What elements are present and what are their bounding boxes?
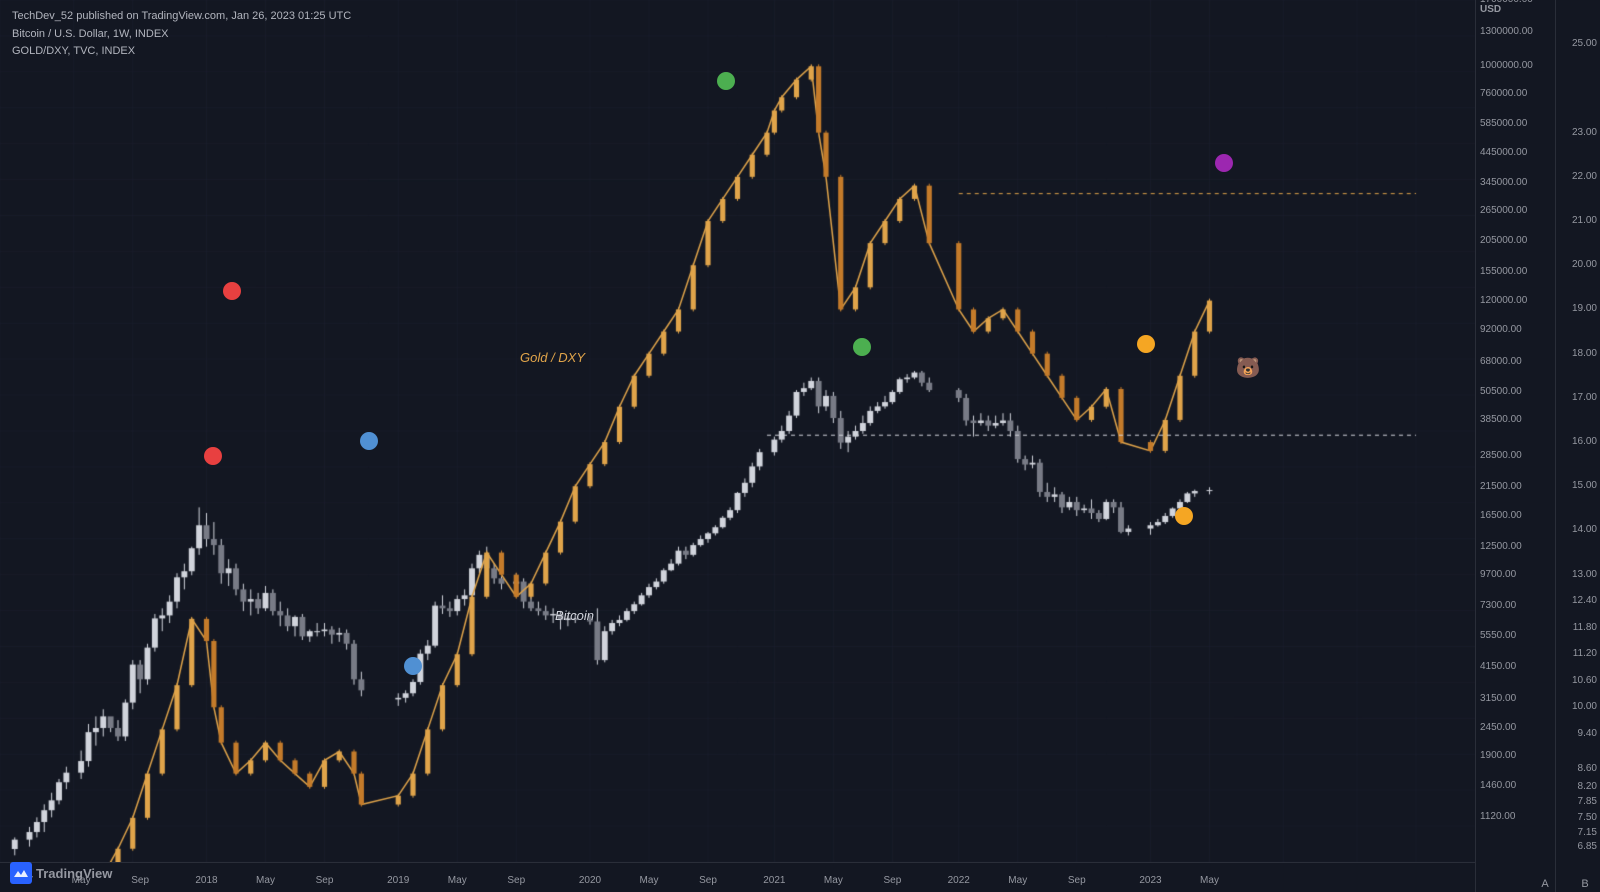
- scale-label: 7.85: [1578, 797, 1597, 807]
- price-label: 3150.00: [1480, 694, 1516, 704]
- price-chart: [0, 0, 1475, 862]
- scale-label: 14.00: [1572, 525, 1597, 535]
- marker-red-top-2018: [223, 282, 241, 300]
- time-label: May: [1200, 875, 1219, 886]
- price-label: 12500.00: [1480, 542, 1522, 552]
- price-label: 68000.00: [1480, 357, 1522, 367]
- scale-label: 13.00: [1572, 570, 1597, 580]
- scale-label: 10.00: [1572, 702, 1597, 712]
- bitcoin-label: Bitcoin: [555, 608, 594, 623]
- label-b: B: [1574, 878, 1596, 890]
- time-label: May: [1008, 875, 1027, 886]
- time-label: May: [448, 875, 467, 886]
- tradingview-text: TradingView: [36, 866, 112, 881]
- tv-logo-icon: [10, 862, 32, 884]
- label-a: A: [1534, 878, 1556, 890]
- time-label: Sep: [507, 875, 525, 886]
- header-info: TechDev_52 published on TradingView.com,…: [12, 8, 351, 61]
- time-label: Sep: [1068, 875, 1086, 886]
- bear-icon: 🐻: [1236, 356, 1261, 381]
- time-label: 2023: [1139, 875, 1161, 886]
- right-axis-usd: USD 1700000.00 1300000.00 1000000.00 760000…: [1475, 0, 1555, 892]
- scale-label: 11.20: [1573, 649, 1597, 659]
- price-label: 1120.00: [1480, 812, 1515, 822]
- price-label: 16500.00: [1480, 511, 1522, 521]
- time-label: May: [640, 875, 659, 886]
- price-label: 50500.00: [1480, 387, 1522, 397]
- marker-orange-top-2022: [1137, 335, 1155, 353]
- price-label: 38500.00: [1480, 415, 1522, 425]
- time-axis: 2017MaySep2018MaySep2019MaySep2020MaySep…: [0, 862, 1475, 892]
- marker-blue-low-2019: [404, 657, 422, 675]
- scale-label: 19.00: [1572, 304, 1597, 314]
- scale-label: 20.00: [1572, 260, 1597, 270]
- scale-label: 8.60: [1578, 764, 1597, 774]
- price-label: 9700.00: [1480, 570, 1516, 580]
- scale-label: 15.00: [1572, 481, 1597, 491]
- price-label: 1460.00: [1480, 781, 1516, 791]
- price-label: 205000.00: [1480, 236, 1527, 246]
- time-label: 2020: [579, 875, 601, 886]
- marker-green-low-2021: [853, 338, 871, 356]
- far-right-scale: 25.00 23.00 22.00 21.00 20.00 19.00 18.00 17.00…: [1555, 0, 1600, 892]
- price-label: 1300000.00: [1480, 27, 1533, 37]
- price-label: 760000.00: [1480, 89, 1527, 99]
- marker-green-top-2021: [717, 72, 735, 90]
- publish-info: TechDev_52 published on TradingView.com,…: [12, 8, 351, 26]
- scale-label: 17.00: [1572, 393, 1597, 403]
- gold-dxy-label: Gold / DXY: [520, 350, 585, 365]
- usd-header: USD: [1480, 4, 1501, 15]
- scale-label: 7.50: [1578, 813, 1597, 823]
- time-label: May: [824, 875, 843, 886]
- scale-label: 18.00: [1572, 349, 1597, 359]
- price-label: 345000.00: [1480, 178, 1527, 188]
- symbol-info-gold: GOLD/DXY, TVC, INDEX: [12, 43, 351, 61]
- price-label: 445000.00: [1480, 148, 1527, 158]
- price-label: 1700000.00: [1480, 0, 1533, 5]
- scale-label: 21.00: [1572, 216, 1597, 226]
- price-label: 4150.00: [1480, 662, 1516, 672]
- scale-label: 9.40: [1578, 729, 1597, 739]
- price-label: 2450.00: [1480, 723, 1516, 733]
- scale-label: 25.00: [1572, 39, 1597, 49]
- time-label: Sep: [316, 875, 334, 886]
- price-label: 1000000.00: [1480, 61, 1533, 71]
- price-label: 21500.00: [1480, 482, 1522, 492]
- chart-container: TechDev_52 published on TradingView.com,…: [0, 0, 1600, 892]
- time-label: Sep: [131, 875, 149, 886]
- time-label: Sep: [883, 875, 901, 886]
- scale-label: 12.40: [1572, 596, 1597, 606]
- time-label: 2019: [387, 875, 409, 886]
- time-label: 2021: [763, 875, 785, 886]
- scale-label: 10.60: [1572, 676, 1597, 686]
- price-label: 92000.00: [1480, 325, 1522, 335]
- price-label: 1900.00: [1480, 751, 1516, 761]
- scale-label: 22.00: [1572, 172, 1597, 182]
- price-label: 155000.00: [1480, 267, 1527, 277]
- scale-label: 8.20: [1578, 782, 1597, 792]
- time-label: May: [256, 875, 275, 886]
- time-label: 2022: [948, 875, 970, 886]
- price-label: 585000.00: [1480, 119, 1527, 129]
- scale-label: 16.00: [1572, 437, 1597, 447]
- price-label: 7300.00: [1480, 601, 1516, 611]
- price-label: 5550.00: [1480, 631, 1516, 641]
- price-label: 120000.00: [1480, 296, 1527, 306]
- scale-label: 11.80: [1573, 623, 1597, 633]
- marker-red-low-2018: [204, 447, 222, 465]
- time-label: Sep: [699, 875, 717, 886]
- marker-blue-top-2019: [360, 432, 378, 450]
- scale-label: 6.85: [1578, 842, 1597, 852]
- tradingview-logo: TradingView: [10, 862, 112, 884]
- time-label: 2018: [195, 875, 217, 886]
- symbol-info-btc: Bitcoin / U.S. Dollar, 1W, INDEX: [12, 26, 351, 44]
- price-label: 28500.00: [1480, 451, 1522, 461]
- price-label: 265000.00: [1480, 206, 1527, 216]
- marker-orange-low-2022: [1175, 507, 1193, 525]
- scale-label: 7.15: [1578, 828, 1597, 838]
- marker-purple-2023: [1215, 154, 1233, 172]
- scale-label: 23.00: [1572, 128, 1597, 138]
